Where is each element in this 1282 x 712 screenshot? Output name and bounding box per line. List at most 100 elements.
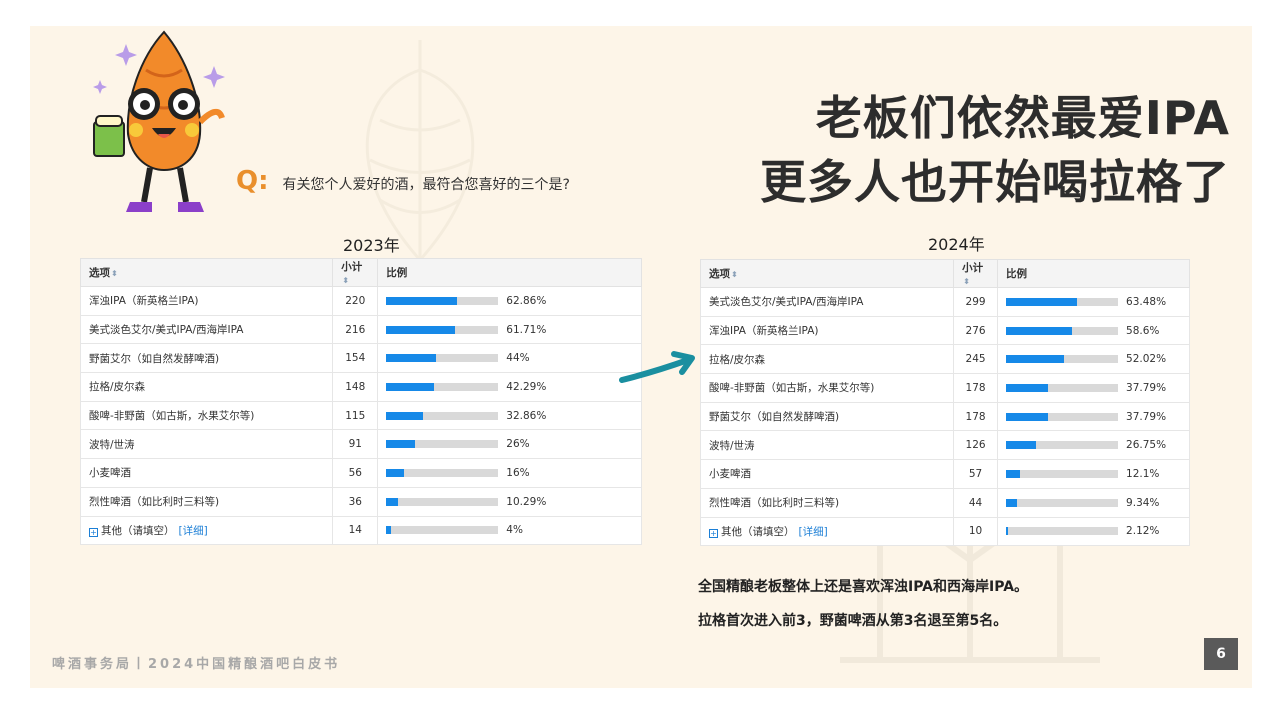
ratio-cell: 4% (377, 515, 642, 546)
count-cell: 148 (332, 372, 379, 402)
bar-track (1006, 297, 1119, 306)
ratio-cell: 26% (377, 429, 642, 460)
bar-fill (1006, 326, 1072, 335)
ratio-bar: 26% (386, 438, 633, 450)
bar-fill (386, 354, 436, 363)
bar-track (1006, 355, 1119, 364)
bar-fill (386, 497, 398, 506)
count-cell: 299 (953, 287, 999, 317)
bar-track (386, 526, 499, 535)
ratio-bar: 16% (386, 467, 633, 479)
bar-fill (1006, 469, 1020, 478)
ratio-bar: 42.29% (386, 381, 633, 393)
column-header-count[interactable]: 小计 ⬍ (953, 259, 999, 288)
expand-icon[interactable]: + (709, 528, 718, 538)
ratio-cell: 37.79% (997, 401, 1190, 432)
percent-label: 62.86% (506, 294, 547, 307)
count-cell: 10 (953, 516, 999, 547)
column-header-count[interactable]: 小计 ⬍ (332, 258, 379, 287)
sort-icon[interactable]: ⬍ (731, 270, 738, 279)
expand-icon[interactable]: + (89, 527, 98, 537)
option-label: 野菌艾尔（如自然发酵啤酒) (89, 352, 220, 365)
count-cell: 56 (332, 458, 379, 488)
bar-track (386, 382, 499, 391)
count-cell: 115 (332, 400, 379, 431)
count-cell: 178 (953, 401, 999, 432)
detail-link[interactable]: [详细] (179, 525, 208, 537)
ratio-cell: 10.29% (377, 486, 642, 517)
percent-label: 12.1% (1126, 467, 1160, 480)
bar-fill (386, 468, 405, 477)
hop-watermark-icon (365, 40, 475, 263)
count-cell: 14 (332, 515, 379, 546)
option-cell: 波特/世涛 (699, 430, 955, 461)
ratio-bar: 10.29% (386, 496, 633, 508)
ratio-bar: 52.02% (1006, 353, 1181, 365)
count-cell: 216 (332, 314, 379, 345)
bar-track (1006, 441, 1119, 450)
option-cell: 酸啤-非野菌（如古斯，水果艾尔等) (79, 400, 334, 431)
table-row: 美式淡色艾尔/美式IPA/西海岸IPA 299 63.48% (699, 287, 1190, 317)
percent-label: 4% (506, 524, 523, 537)
table-row: 烈性啤酒（如比利时三料等) 44 9.34% (699, 487, 1190, 518)
headline-line-2: 更多人也开始喝拉格了 (760, 155, 1230, 209)
headline-line-1: 老板们依然最爱IPA (815, 91, 1230, 145)
option-label: 浑浊IPA（新英格兰IPA) (89, 295, 199, 308)
ratio-cell: 37.79% (997, 373, 1190, 403)
table-row-other: + 其他（请填空） [详细] 14 4% (79, 515, 642, 546)
bar-track (386, 354, 499, 363)
bar-track (1006, 383, 1119, 392)
column-header-option[interactable]: 选项⬍ (79, 258, 334, 287)
ratio-bar: 12.1% (1006, 468, 1181, 480)
option-label: 浑浊IPA（新英格兰IPA) (709, 325, 819, 338)
ratio-bar: 26.75% (1006, 439, 1181, 451)
column-header-label: 选项 (89, 267, 110, 279)
sort-icon[interactable]: ⬍ (342, 276, 349, 285)
column-header-ratio: 比例 (377, 258, 642, 287)
count-cell: 126 (953, 430, 999, 461)
ratio-bar: 61.71% (386, 324, 633, 336)
percent-label: 9.34% (1126, 496, 1160, 509)
option-label: 小麦啤酒 (709, 468, 751, 481)
bar-track (1006, 469, 1119, 478)
bar-track (386, 497, 499, 506)
column-header-label: 小计 (341, 261, 363, 273)
option-label: 酸啤-非野菌（如古斯，水果艾尔等) (709, 382, 875, 395)
option-cell: 浑浊IPA（新英格兰IPA) (699, 315, 955, 346)
ratio-cell: 58.6% (997, 315, 1190, 346)
ratio-cell: 32.86% (377, 400, 642, 431)
option-label: 波特/世涛 (709, 439, 755, 452)
sort-icon[interactable]: ⬍ (963, 277, 970, 286)
option-cell: 拉格/皮尔森 (699, 344, 955, 375)
bar-fill (386, 526, 391, 535)
bar-track (386, 296, 499, 305)
summary: 全国精酿老板整体上还是喜欢浑浊IPA和西海岸IPA。 拉格首次进入前3，野菌啤酒… (698, 570, 1028, 638)
count-cell: 44 (953, 487, 999, 518)
option-cell: 野菌艾尔（如自然发酵啤酒) (79, 343, 334, 374)
option-cell: + 其他（请填空） [详细] (699, 516, 955, 547)
column-header-option[interactable]: 选项⬍ (699, 259, 955, 288)
table-row: 拉格/皮尔森 245 52.02% (699, 344, 1190, 375)
ratio-cell: 9.34% (997, 487, 1190, 518)
option-label: 其他（请填空） (721, 525, 795, 538)
table-row: 小麦啤酒 57 12.1% (699, 459, 1190, 489)
bar-fill (1006, 383, 1049, 392)
sort-icon[interactable]: ⬍ (111, 269, 118, 278)
option-label: 波特/世涛 (89, 438, 135, 451)
detail-link[interactable]: [详细] (799, 526, 828, 538)
ratio-bar: 62.86% (386, 295, 633, 307)
bar-track (386, 325, 499, 334)
table-row: 美式淡色艾尔/美式IPA/西海岸IPA 216 61.71% (79, 314, 642, 345)
option-label: 拉格/皮尔森 (89, 381, 146, 394)
bar-fill (386, 411, 424, 420)
column-header-label: 选项 (709, 268, 730, 280)
option-cell: 美式淡色艾尔/美式IPA/西海岸IPA (699, 287, 955, 317)
option-label: 烈性啤酒（如比利时三料等) (709, 497, 840, 510)
ratio-cell: 2.12% (997, 516, 1190, 547)
table-row: 波特/世涛 91 26% (79, 429, 642, 460)
count-cell: 36 (332, 486, 379, 517)
option-label: 美式淡色艾尔/美式IPA/西海岸IPA (89, 324, 244, 337)
hop-mascot-illustration (93, 30, 225, 212)
ratio-bar: 58.6% (1006, 325, 1181, 337)
bar-fill (1006, 527, 1009, 536)
